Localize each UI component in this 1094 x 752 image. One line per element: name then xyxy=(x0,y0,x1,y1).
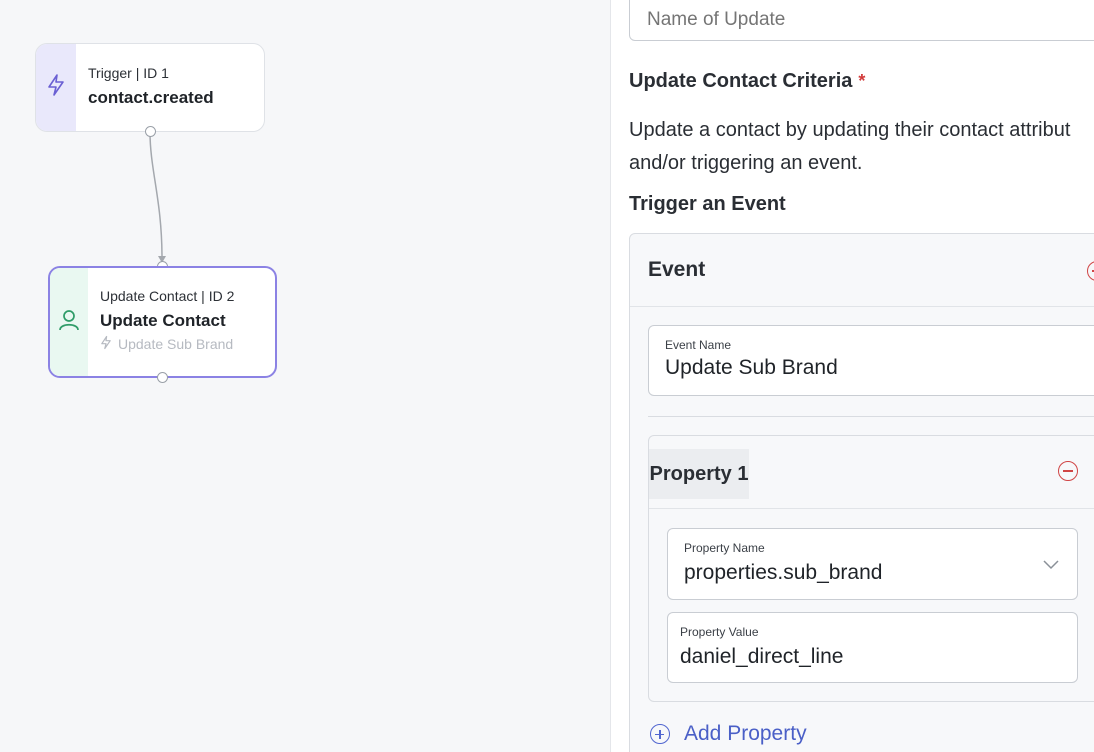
trigger-node-name: contact.created xyxy=(88,88,214,107)
update-node-kicker: Update Contact | ID 2 xyxy=(100,288,235,304)
event-header-label: Event xyxy=(648,258,706,281)
criteria-description-line2: and/or triggering an event. xyxy=(629,152,863,174)
update-node-name: Update Contact xyxy=(100,311,226,330)
trigger-node-strip xyxy=(36,44,76,131)
update-output-port[interactable] xyxy=(157,372,168,383)
property-value-label: Property Value xyxy=(680,625,759,639)
trigger-output-port[interactable] xyxy=(145,126,156,137)
property-header: Property 1 xyxy=(649,436,1094,509)
property-value-value: daniel_direct_line xyxy=(680,645,844,668)
event-divider xyxy=(648,416,1094,417)
person-icon xyxy=(58,308,80,337)
event-name-value: Update Sub Brand xyxy=(665,356,838,379)
update-name-input[interactable] xyxy=(629,0,1094,41)
config-panel: Update Contact Criteria* Update a contac… xyxy=(611,0,1094,752)
update-node-strip xyxy=(50,268,88,376)
event-name-field[interactable]: Event Name Update Sub Brand xyxy=(648,325,1094,396)
update-node-subtitle: Update Sub Brand xyxy=(100,335,234,353)
chevron-down-icon[interactable] xyxy=(1043,557,1059,575)
trigger-node[interactable]: Trigger | ID 1 contact.created xyxy=(35,43,265,132)
update-contact-node[interactable]: Update Contact | ID 2 Update Contact Upd… xyxy=(48,266,277,378)
trigger-node-kicker: Trigger | ID 1 xyxy=(88,65,169,81)
remove-property-icon[interactable] xyxy=(1058,461,1078,481)
event-name-label: Event Name xyxy=(665,338,732,352)
property-name-label: Property Name xyxy=(684,541,765,555)
criteria-title-text: Update Contact Criteria xyxy=(629,70,853,92)
criteria-description: Update a contact by updating their conta… xyxy=(629,114,1094,180)
event-card: Event Event Name Update Sub Brand Proper… xyxy=(629,233,1094,752)
add-property-button[interactable]: Add Property xyxy=(650,722,807,746)
lightning-icon xyxy=(46,73,66,102)
property-card: Property 1 Property Name properties.sub_… xyxy=(648,435,1094,702)
event-header: Event xyxy=(630,234,1094,307)
property-header-label: Property 1 xyxy=(649,449,749,499)
property-name-value: properties.sub_brand xyxy=(684,561,883,584)
property-name-select[interactable]: Property Name properties.sub_brand xyxy=(667,528,1078,600)
plus-circle-icon xyxy=(650,724,670,744)
required-mark: * xyxy=(858,71,866,91)
add-property-label: Add Property xyxy=(684,722,807,745)
workflow-canvas[interactable]: Trigger | ID 1 contact.created Update Co… xyxy=(0,0,611,752)
lightning-icon xyxy=(100,335,112,353)
property-value-field[interactable]: Property Value daniel_direct_line xyxy=(667,612,1078,683)
update-node-subtitle-text: Update Sub Brand xyxy=(118,336,234,352)
criteria-description-line1: Update a contact by updating their conta… xyxy=(629,119,1071,141)
trigger-event-title: Trigger an Event xyxy=(629,193,786,215)
remove-event-icon[interactable] xyxy=(1087,261,1094,281)
criteria-title: Update Contact Criteria * xyxy=(629,70,865,93)
